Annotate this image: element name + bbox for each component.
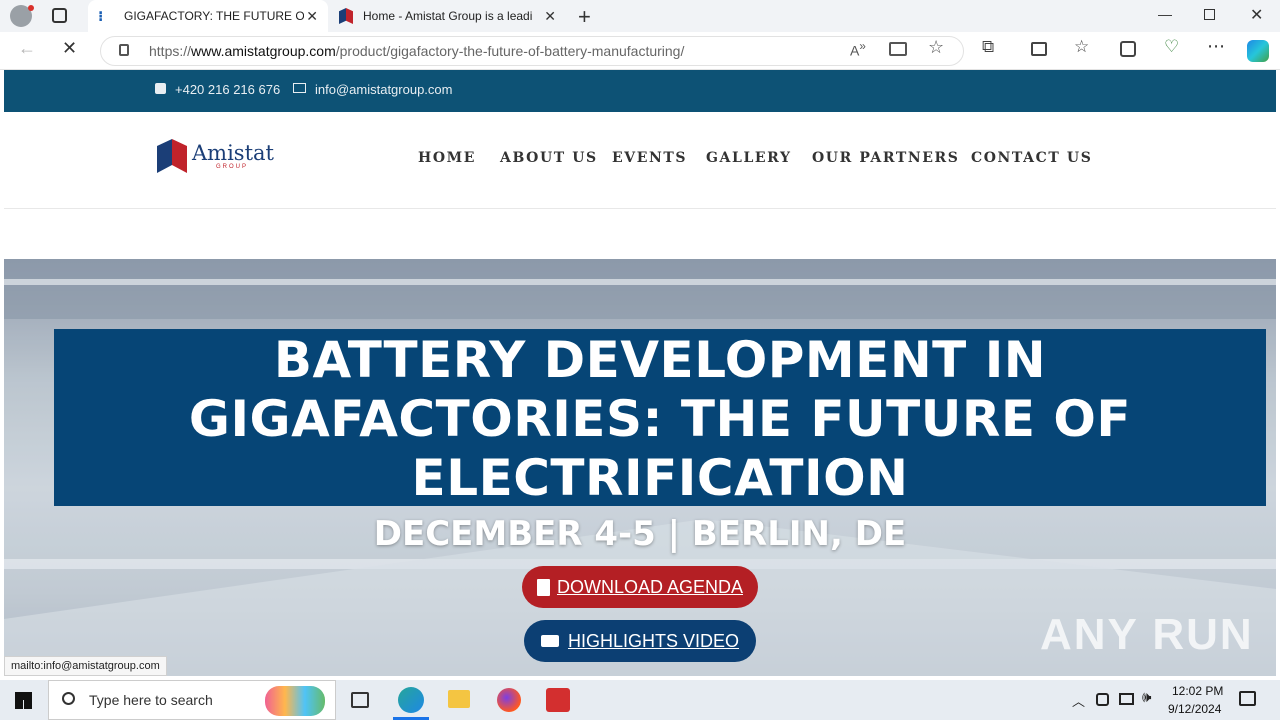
download-agenda-label: DOWNLOAD AGENDA: [556, 576, 744, 597]
pdf-file-icon: [536, 578, 550, 596]
meet-now-icon[interactable]: [1096, 693, 1109, 706]
nav-contact-us[interactable]: CONTACT US: [971, 150, 1092, 166]
clock-time[interactable]: 12:02 PM: [1172, 684, 1223, 698]
nav-gallery[interactable]: GALLERY: [706, 150, 792, 166]
windows-taskbar: Type here to search ︿ 🕪 12:02 PM 9/12/20…: [0, 680, 1280, 720]
edge-taskbar-icon[interactable]: [398, 687, 424, 713]
video-camera-icon: [540, 635, 559, 647]
tab-title: Home - Amistat Group is a leadi: [363, 9, 533, 23]
phone-number[interactable]: +420 216 216 676: [175, 82, 280, 97]
logo-sub: GROUP: [216, 164, 249, 170]
copilot-icon[interactable]: [1247, 40, 1269, 62]
nav-our-partners[interactable]: OUR PARTNERS: [812, 150, 960, 166]
back-icon[interactable]: ←: [18, 38, 36, 59]
minimize-icon[interactable]: —: [1158, 6, 1172, 22]
volume-icon[interactable]: 🕪: [1142, 689, 1151, 706]
nav-events[interactable]: EVENTS: [612, 150, 687, 166]
profile-notification-dot: [28, 5, 34, 11]
tab-title: GIGAFACTORY: THE FUTURE OF B: [124, 9, 304, 23]
hero-title-line-3: ELECTRIFICATION: [411, 449, 909, 507]
hero-title-line-2: GIGAFACTORIES: THE FUTURE OF: [188, 390, 1132, 448]
highlights-video-button[interactable]: HIGHLIGHTS VIDEO: [524, 620, 756, 662]
main-navigation: Amistat GROUP HOME ABOUT US EVENTS GALLE…: [4, 112, 1276, 209]
hero-title-line-1: BATTERY DEVELOPMENT IN: [273, 331, 1047, 389]
file-explorer-icon[interactable]: [448, 690, 470, 708]
nav-home[interactable]: HOME: [418, 150, 476, 166]
search-icon: [62, 692, 75, 705]
search-highlight-icon: [265, 686, 325, 716]
firefox-icon[interactable]: [497, 688, 521, 712]
event-date-location: DECEMBER 4-5 | BERLIN, DE: [373, 514, 907, 554]
url-domain: www.amistatgroup.com: [191, 43, 336, 59]
settings-more-icon[interactable]: ⋯: [1207, 36, 1225, 57]
highlights-video-label: HIGHLIGHTS VIDEO: [567, 630, 740, 651]
restore-icon[interactable]: [1204, 9, 1215, 20]
tab-actions-icon[interactable]: [52, 8, 67, 23]
tab-gigafactory[interactable]: ⁝ GIGAFACTORY: THE FUTURE OF B ✕: [88, 0, 328, 32]
favorites-icon[interactable]: ☆: [1074, 37, 1089, 57]
address-input[interactable]: https://www.amistatgroup.com/product/gig…: [100, 36, 964, 66]
url-prefix: https://: [149, 43, 192, 59]
stop-loading-icon[interactable]: ✕: [62, 38, 77, 59]
contact-strip: +420 216 216 676 info@amistatgroup.com: [4, 70, 1276, 112]
windows-start-icon[interactable]: [15, 692, 32, 709]
clock-date[interactable]: 9/12/2024: [1168, 702, 1221, 716]
email-link[interactable]: info@amistatgroup.com: [315, 82, 452, 97]
split-screen-icon[interactable]: [1031, 42, 1047, 56]
lock-icon: [119, 44, 129, 56]
acrobat-icon[interactable]: [546, 688, 570, 712]
link-status-bar: mailto:info@amistatgroup.com: [4, 656, 167, 676]
browser-essentials-icon[interactable]: ♡: [1164, 37, 1179, 57]
collections-icon[interactable]: [1120, 41, 1136, 57]
network-icon[interactable]: [1119, 693, 1134, 705]
logo-name: Amistat: [192, 141, 274, 165]
url-path: /product/gigafactory-the-future-of-batte…: [335, 43, 685, 59]
nav-about-us[interactable]: ABOUT US: [500, 150, 598, 166]
notifications-icon[interactable]: [1239, 691, 1256, 706]
hero-title-box: BATTERY DEVELOPMENT IN GIGAFACTORIES: TH…: [54, 329, 1266, 507]
loading-icon: ⁝: [98, 8, 104, 24]
immersive-reader-icon[interactable]: [889, 42, 907, 56]
taskbar-search-input[interactable]: Type here to search: [48, 680, 336, 720]
anyrun-watermark: ANY RUN: [1040, 610, 1254, 659]
mail-icon: [293, 83, 306, 93]
new-tab-button[interactable]: +: [578, 4, 591, 30]
amistat-logo-icon: [157, 139, 187, 173]
tab-amistat-home[interactable]: Home - Amistat Group is a leadi ✕: [330, 0, 566, 32]
extensions-icon[interactable]: ⧉: [982, 37, 994, 57]
close-tab-icon[interactable]: ✕: [544, 8, 556, 25]
phone-icon: [155, 83, 166, 94]
task-view-icon[interactable]: [351, 692, 369, 708]
close-tab-icon[interactable]: ✕: [306, 8, 318, 25]
browser-tab-bar: ⁝ GIGAFACTORY: THE FUTURE OF B ✕ Home - …: [0, 0, 1280, 32]
window-close-icon[interactable]: ✕: [1250, 5, 1263, 25]
read-aloud-icon[interactable]: A»: [850, 40, 866, 59]
search-placeholder: Type here to search: [89, 692, 213, 708]
amistat-favicon-icon: [339, 8, 353, 24]
address-bar-row: ← ✕ https://www.amistatgroup.com/product…: [0, 32, 1280, 70]
download-agenda-button[interactable]: DOWNLOAD AGENDA: [522, 566, 758, 608]
favorite-star-icon[interactable]: ☆: [928, 37, 944, 58]
web-page: +420 216 216 676 info@amistatgroup.com A…: [4, 70, 1276, 676]
tray-chevron-icon[interactable]: ︿: [1072, 691, 1085, 710]
site-logo[interactable]: Amistat GROUP: [156, 137, 276, 177]
